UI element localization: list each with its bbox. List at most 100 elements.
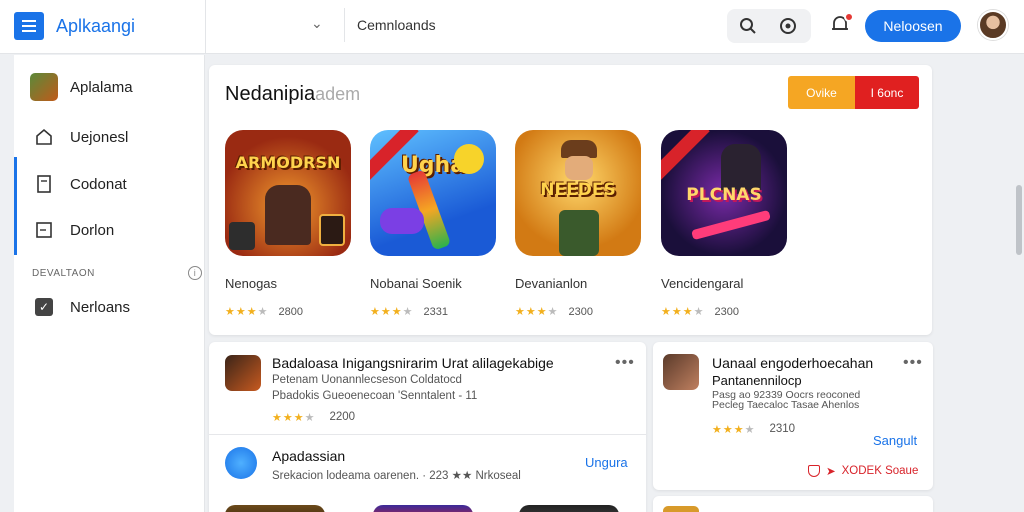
game-art-text: PLCNAS — [686, 185, 762, 206]
rating-count: 2200 — [329, 411, 356, 423]
notification-badge — [844, 12, 854, 22]
list-item-title: Apadassian — [272, 448, 346, 464]
toggle-option-a[interactable]: Ovike — [788, 76, 855, 109]
side-card-line: Pecleg Taecaloc Tasae Ahenlos — [712, 399, 860, 411]
sidebar-item-label: Codonat — [70, 175, 127, 193]
install-link[interactable]: Ungura — [585, 455, 628, 470]
app-thumbnail[interactable] — [225, 505, 325, 512]
sidebar-item-explore[interactable]: Uejonesl — [30, 121, 128, 153]
game-name: Nenogas — [225, 276, 278, 291]
side-card-badge[interactable]: ➤ XODEK Soaue — [808, 464, 918, 478]
app-thumbnail — [663, 506, 699, 512]
search-input[interactable] — [357, 17, 702, 33]
app-thumbnail — [225, 355, 261, 391]
side-app-card[interactable] — [653, 496, 933, 512]
app-title: Aplkaangi — [56, 15, 136, 36]
list-item-line: Pbadokis Gueoenecoan 'Senntalent - 11 — [272, 390, 478, 402]
sidebar-item-label: Aplalama — [70, 78, 133, 96]
game-art-text: ARMODRSN — [235, 152, 341, 172]
rating-count: 2800 — [278, 305, 303, 318]
app-thumbnail — [225, 447, 257, 479]
more-options-icon[interactable]: ••• — [903, 354, 923, 372]
rating-count: 2310 — [769, 423, 796, 435]
ribbon-badge — [661, 130, 710, 181]
toggle-option-b[interactable]: I 6onc — [855, 76, 919, 109]
list-item-rating: ★★★★ 2200 — [272, 411, 355, 424]
star-rating-icon: ★★★★ — [225, 306, 269, 318]
app-thumbnail[interactable] — [373, 505, 473, 512]
app-list-card: Badaloasa Inigangsnirarim Urat alilageka… — [209, 342, 646, 512]
list-item-line: Petenam Uonannlecseson Coldatocd — [272, 374, 462, 386]
star-rating-icon: ★★★★ — [370, 306, 414, 318]
brand-area: Aplkaangi — [14, 6, 184, 46]
app-thumbnail-icon — [30, 73, 58, 101]
game-art-text: NEEDES — [540, 180, 616, 201]
rating-count: 2331 — [423, 305, 448, 318]
star-rating-icon: ★★★★ — [712, 424, 756, 436]
sidebar-section-header: DEVALTAON i — [32, 266, 202, 280]
toggle-group: Ovike I 6onc — [788, 76, 919, 109]
top-bar: Aplkaangi ⌄ Neloosen — [0, 0, 1024, 54]
sidebar-item-label: Uejonesl — [70, 128, 129, 146]
list-item-title: Badaloasa Inigangsnirarim Urat alilageka… — [272, 355, 554, 371]
game-rating: ★★★★ 2800 — [225, 305, 351, 319]
side-card-title: Uanaal engoderhoecahan — [712, 355, 874, 371]
game-tile[interactable]: NEEDES Devanianlon ★★★★ 2300 — [515, 130, 641, 318]
avatar[interactable] — [978, 10, 1008, 40]
app-thumbnail — [663, 354, 699, 390]
primary-action-button[interactable]: Neloosen — [865, 10, 961, 42]
game-art[interactable]: Ugha — [370, 130, 496, 256]
checkbox-icon: ✓ — [30, 293, 58, 321]
shield-icon — [808, 465, 820, 477]
star-rating-icon: ★★★★ — [515, 306, 559, 318]
sidebar-item-section[interactable]: ✓ Nerloans — [30, 291, 130, 323]
game-tile[interactable]: ARMODRSN Nenogas ★★★★ 2800 — [225, 130, 351, 318]
featured-subtitle: adem — [315, 84, 361, 104]
section-label: DEVALTAON — [32, 267, 95, 279]
home-icon — [30, 123, 58, 151]
sidebar-active-indicator — [14, 157, 17, 255]
side-card-subtitle: Pantanennilocp — [712, 373, 802, 388]
hamburger-menu-icon[interactable] — [14, 12, 44, 40]
badge-label: XODEK Soaue — [841, 465, 919, 477]
info-icon[interactable]: i — [188, 266, 202, 280]
sidebar-item-home[interactable]: Aplalama — [30, 71, 133, 103]
side-card-rating: ★★★★ 2310 — [712, 423, 795, 436]
sidebar-item-label: Dorlon — [70, 221, 115, 239]
game-rating: ★★★★ 2300 — [661, 305, 787, 319]
list-item[interactable]: Apadassian Srekacion lodeama oarenen. · … — [209, 435, 646, 495]
rating-count: 2300 — [568, 305, 593, 318]
star-rating-icon: ★★★★ — [272, 412, 316, 424]
side-card-link[interactable]: Sangult — [873, 433, 917, 448]
header-icon-group — [727, 9, 811, 43]
featured-title-wrap: Nedanipiaadem — [225, 83, 360, 106]
featured-card: Nedanipiaadem Ovike I 6onc ARMODRSN Neno… — [209, 65, 932, 335]
scrollbar[interactable] — [1016, 185, 1022, 255]
star-rating-icon: ★★★★ — [661, 306, 705, 318]
more-options-icon[interactable]: ••• — [615, 354, 635, 372]
sidebar-item-library[interactable]: Codonat — [30, 168, 127, 200]
app-thumbnail[interactable] — [519, 505, 619, 512]
game-tile[interactable]: Ugha Nobanai Soenik ★★★★ 2331 — [370, 130, 496, 318]
search-field[interactable] — [344, 8, 714, 42]
record-icon[interactable] — [779, 17, 797, 35]
sidebar-item-label: Nerloans — [70, 298, 131, 316]
header-divider — [205, 0, 206, 54]
sidebar-item-downloads[interactable]: Dorlon — [30, 214, 114, 246]
rating-count: 2300 — [714, 305, 739, 318]
game-art[interactable]: ARMODRSN — [225, 130, 351, 256]
featured-title: Nedanipia — [225, 83, 316, 105]
game-rating: ★★★★ 2331 — [370, 305, 496, 319]
search-icon[interactable] — [739, 17, 757, 35]
game-art[interactable]: PLCNAS — [661, 130, 787, 256]
game-rating: ★★★★ 2300 — [515, 305, 641, 319]
game-art[interactable]: NEEDES — [515, 130, 641, 256]
game-name: Vencidengaral — [661, 276, 744, 291]
document-icon — [30, 170, 58, 198]
list-item[interactable]: Badaloasa Inigangsnirarim Urat alilageka… — [209, 342, 646, 434]
game-tile[interactable]: PLCNAS Vencidengaral ★★★★ 2300 — [661, 130, 787, 318]
list-item-line: Srekacion lodeama oarenen. · 223 ★★ Nrko… — [272, 470, 521, 482]
send-icon: ➤ — [826, 466, 836, 478]
chevron-down-icon[interactable]: ⌄ — [311, 15, 323, 32]
side-app-card[interactable]: Uanaal engoderhoecahan Pantanennilocp Pa… — [653, 342, 933, 490]
